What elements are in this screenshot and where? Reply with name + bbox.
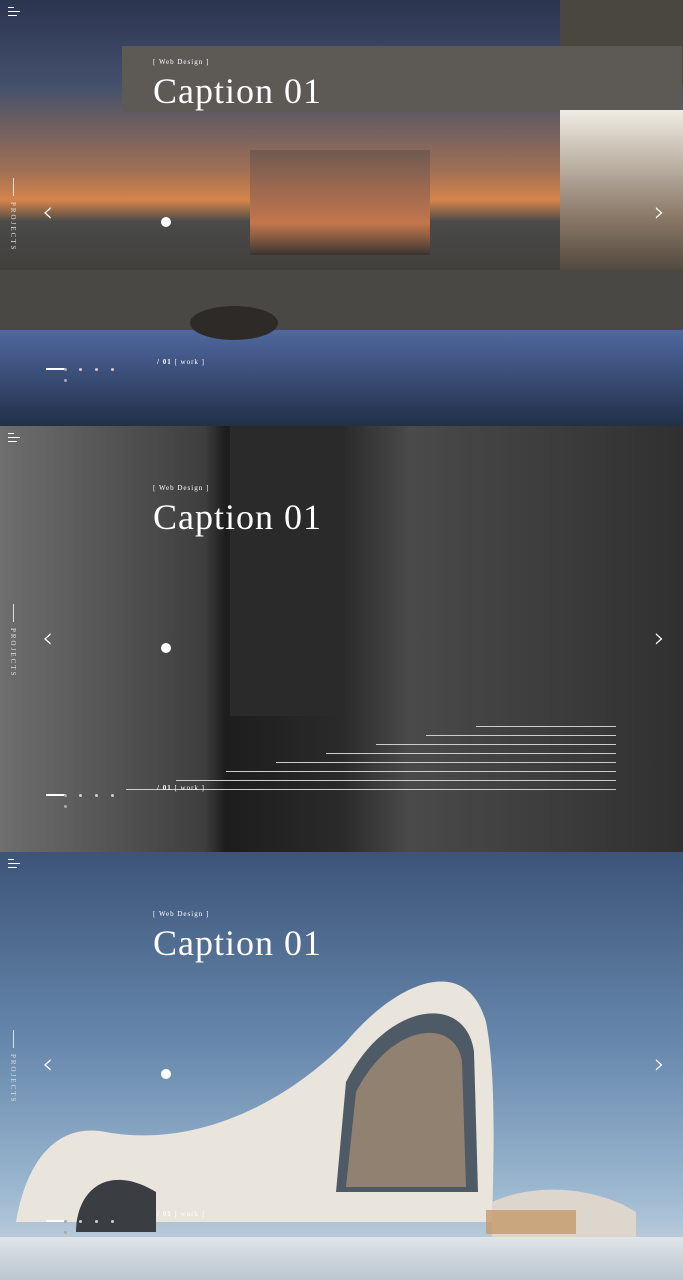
- pager-vertical-dots: [64, 1220, 67, 1242]
- scene-pool: [0, 330, 683, 426]
- hamburger-menu-icon[interactable]: [8, 7, 20, 19]
- pager-dot[interactable]: [79, 1219, 82, 1223]
- pager-dot[interactable]: [111, 1219, 114, 1223]
- side-divider: [12, 178, 14, 196]
- pager-vertical-dots: [64, 368, 67, 390]
- hero-slide-3: PROJECTS [ Web Design ] Caption 01 ‹ › /…: [0, 852, 683, 1280]
- cursor-dot: [161, 1069, 171, 1079]
- work-label: [ work ]: [174, 358, 206, 366]
- chevron-right-icon[interactable]: ›: [654, 624, 665, 652]
- scene-window: [250, 150, 430, 255]
- slide-caption: Caption 01: [153, 71, 322, 111]
- scene-ottoman: [190, 306, 278, 340]
- hero-slide-1: PROJECTS [ Web Design ] Caption 01 ‹ › /…: [0, 0, 683, 426]
- side-projects-label[interactable]: PROJECTS: [6, 178, 20, 251]
- work-link[interactable]: / 01 [ work ]: [157, 1210, 205, 1218]
- slide-tag: [ Web Design ]: [153, 58, 210, 66]
- side-label-text: PROJECTS: [9, 1054, 17, 1104]
- chevron-right-icon[interactable]: ›: [654, 1050, 665, 1078]
- side-label-text: PROJECTS: [9, 202, 17, 252]
- hero-slide-2: PROJECTS [ Web Design ] Caption 01 ‹ › /…: [0, 426, 683, 852]
- chevron-left-icon[interactable]: ‹: [42, 1050, 53, 1078]
- side-projects-label[interactable]: PROJECTS: [6, 1030, 20, 1103]
- side-label-text: PROJECTS: [9, 628, 17, 678]
- cursor-dot: [161, 217, 171, 227]
- work-link[interactable]: / 01 [ work ]: [157, 358, 205, 366]
- side-projects-label[interactable]: PROJECTS: [6, 604, 20, 677]
- work-number: / 01: [157, 784, 172, 792]
- work-label: [ work ]: [174, 784, 206, 792]
- hamburger-menu-icon[interactable]: [8, 433, 20, 445]
- side-divider: [12, 1030, 14, 1048]
- slide-pager: [46, 360, 114, 382]
- pager-dot[interactable]: [111, 367, 114, 371]
- pager-dot[interactable]: [79, 367, 82, 371]
- work-number: / 01: [157, 1210, 172, 1218]
- scene-curved-building: [16, 981, 636, 1237]
- pager-dot[interactable]: [95, 1219, 98, 1223]
- slide-caption: Caption 01: [153, 923, 322, 963]
- slide-caption: Caption 01: [153, 497, 322, 537]
- slide-tag: [ Web Design ]: [153, 484, 210, 492]
- pager-active-indicator[interactable]: [46, 368, 66, 371]
- pager-active-indicator[interactable]: [46, 794, 66, 797]
- pager-active-indicator[interactable]: [46, 1220, 66, 1223]
- slide-pager: [46, 786, 114, 808]
- slide-tag: [ Web Design ]: [153, 910, 210, 918]
- pager-dot[interactable]: [95, 367, 98, 371]
- work-number: / 01: [157, 358, 172, 366]
- chevron-left-icon[interactable]: ‹: [42, 198, 53, 226]
- pager-dot[interactable]: [95, 793, 98, 797]
- scene-plaza: [0, 1237, 683, 1280]
- chevron-right-icon[interactable]: ›: [654, 198, 665, 226]
- side-divider: [12, 604, 14, 622]
- slide-pager: [46, 1212, 114, 1234]
- scene-pillar: [230, 426, 345, 716]
- cursor-dot: [161, 643, 171, 653]
- pager-dot[interactable]: [79, 793, 82, 797]
- pager-dot[interactable]: [111, 793, 114, 797]
- hamburger-menu-icon[interactable]: [8, 859, 20, 871]
- work-link[interactable]: / 01 [ work ]: [157, 784, 205, 792]
- work-label: [ work ]: [174, 1210, 206, 1218]
- chevron-left-icon[interactable]: ‹: [42, 624, 53, 652]
- pager-vertical-dots: [64, 794, 67, 816]
